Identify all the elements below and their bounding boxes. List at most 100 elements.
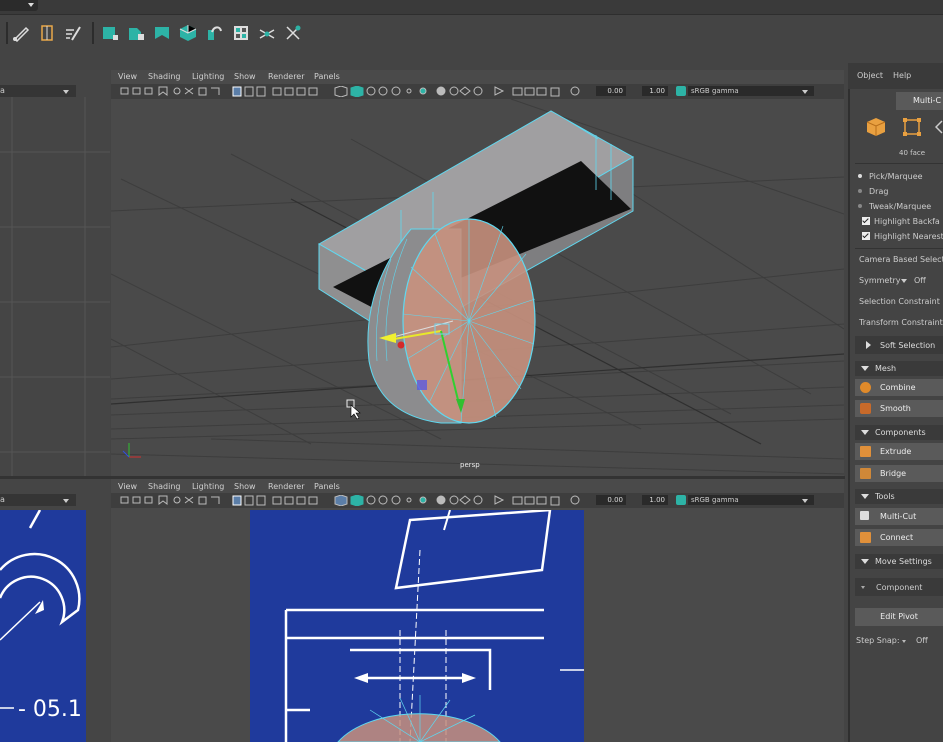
connect-button[interactable]: Connect	[855, 529, 943, 546]
extrude-button[interactable]: Extrude	[855, 443, 943, 460]
left-panel-grid	[0, 97, 110, 476]
step-snap-value[interactable]: Off	[916, 636, 928, 645]
combine-label: Combine	[880, 383, 916, 392]
components-section-header[interactable]: Components	[855, 425, 943, 440]
menu-view[interactable]: View	[118, 72, 137, 81]
exposure-field[interactable]: 0.00	[596, 495, 626, 505]
menu-panels[interactable]: Panels	[314, 72, 340, 81]
connect-icon	[860, 532, 871, 543]
viewport-toolbar-icons[interactable]	[119, 495, 589, 506]
menu-shading[interactable]: Shading	[148, 72, 181, 81]
poly-extrude-icon[interactable]	[127, 24, 145, 42]
color-management-icon[interactable]	[676, 495, 686, 505]
shelf-separator	[6, 22, 8, 44]
drawing-dimension-text: - 05.1	[18, 697, 82, 722]
exposure-field[interactable]: 0.00	[596, 86, 626, 96]
combine-button[interactable]: Combine	[855, 379, 943, 396]
chevron-down-icon[interactable]	[902, 640, 906, 643]
viewport-menu-bar: View Shading Lighting Show Renderer Pane…	[111, 72, 844, 83]
symmetry-label: Symmetry	[859, 276, 901, 285]
move-settings-section-header[interactable]: Move Settings	[855, 554, 943, 569]
component-dropdown[interactable]: Component	[855, 578, 943, 596]
vertex-mode-icon[interactable]	[902, 117, 922, 137]
colorspace-value: sRGB gamma	[691, 87, 739, 95]
tweak-marquee-option[interactable]: Tweak/Marquee	[855, 202, 931, 211]
multi-cut-icon[interactable]	[258, 24, 276, 42]
pick-marquee-option[interactable]: Pick/Marquee	[855, 172, 923, 181]
smooth-button[interactable]: Smooth	[855, 400, 943, 417]
knife-icon	[860, 511, 869, 520]
extrude-icon	[860, 446, 871, 457]
menu-shading[interactable]: Shading	[148, 482, 181, 491]
multi-cut-button[interactable]: Multi-Cut	[855, 508, 943, 525]
poly-bevel-icon[interactable]	[179, 24, 197, 42]
perspective-scene[interactable]	[111, 99, 844, 476]
colorspace-dropdown[interactable]: sRGB gamma	[688, 495, 814, 505]
menu-renderer[interactable]: Renderer	[268, 72, 305, 81]
left-panel-field-value: a	[0, 86, 5, 95]
workspace-dropdown[interactable]	[0, 0, 38, 11]
edge-mode-icon[interactable]	[935, 119, 943, 135]
menu-panels[interactable]: Panels	[314, 482, 340, 491]
extrude-label: Extrude	[880, 447, 912, 456]
menu-view[interactable]: View	[118, 482, 137, 491]
bridge-button[interactable]: Bridge	[855, 465, 943, 482]
checkbox-checked-icon	[862, 217, 870, 225]
chevron-down-icon	[861, 586, 865, 589]
smooth-label: Smooth	[880, 404, 911, 413]
multi-cut-label: Multi-Cut	[880, 512, 917, 521]
object-mode-cube-icon[interactable]	[866, 117, 886, 137]
shelf-toolbar	[0, 14, 943, 71]
edit-pivot-label: Edit Pivot	[880, 612, 918, 621]
chevron-down-icon[interactable]	[901, 279, 907, 283]
blueprint-image-plane	[250, 510, 584, 742]
menu-lighting[interactable]: Lighting	[192, 482, 224, 491]
edit-pivot-button[interactable]: Edit Pivot	[855, 608, 943, 626]
paint-curve-icon[interactable]	[64, 24, 82, 42]
menu-lighting[interactable]: Lighting	[192, 72, 224, 81]
chevron-down-icon	[63, 90, 69, 94]
poly-smooth-icon[interactable]	[206, 24, 224, 42]
viewport-toolbar-icons[interactable]	[119, 86, 589, 97]
camera-based-selection-toggle[interactable]: Camera Based Selectio	[859, 255, 943, 264]
bottom-viewport-menu-bar: View Shading Lighting Show Renderer Pane…	[111, 482, 844, 493]
symmetry-value[interactable]: Off	[914, 276, 926, 285]
divider	[855, 248, 943, 249]
color-management-icon[interactable]	[676, 86, 686, 96]
multi-component-tab[interactable]: Multi-C	[896, 92, 943, 110]
radio-icon	[858, 204, 862, 208]
gamma-field[interactable]: 1.00	[642, 495, 668, 505]
chevron-right-icon	[866, 341, 871, 349]
poly-cube-icon[interactable]	[101, 24, 119, 42]
drag-option[interactable]: Drag	[855, 187, 888, 196]
pick-marquee-label: Pick/Marquee	[869, 172, 923, 181]
highlight-backfaces-checkbox[interactable]: Highlight Backfa	[862, 217, 940, 226]
blueprint-drawing	[284, 510, 584, 742]
chevron-down-icon	[802, 90, 808, 94]
menu-show[interactable]: Show	[234, 72, 256, 81]
colorspace-dropdown[interactable]: sRGB gamma	[688, 86, 814, 96]
chevron-down-icon	[861, 430, 869, 435]
lattice-icon[interactable]	[38, 24, 56, 42]
soft-selection-header[interactable]: Soft Selection	[855, 336, 943, 354]
checkbox-checked-icon	[862, 232, 870, 240]
mesh-section-header[interactable]: Mesh	[855, 361, 943, 376]
target-weld-icon[interactable]	[284, 24, 302, 42]
toolkit-menu-help[interactable]: Help	[893, 71, 911, 80]
bottom-left-field-value: a	[0, 495, 5, 504]
tools-section-header[interactable]: Tools	[855, 489, 943, 504]
pencil-curve-icon[interactable]	[12, 24, 30, 42]
bridge-label: Bridge	[880, 469, 907, 478]
soft-selection-label: Soft Selection	[880, 341, 936, 350]
gamma-field[interactable]: 1.00	[642, 86, 668, 96]
menu-show[interactable]: Show	[234, 482, 256, 491]
camera-label: persp	[460, 461, 480, 469]
chevron-down-icon	[802, 499, 808, 503]
poly-bridge-icon[interactable]	[153, 24, 171, 42]
top-menu-bar	[0, 0, 943, 14]
menu-renderer[interactable]: Renderer	[268, 482, 305, 491]
highlight-nearest-checkbox[interactable]: Highlight Nearest	[862, 232, 943, 241]
toolkit-menu-object[interactable]: Object	[857, 71, 883, 80]
checker-grid-icon[interactable]	[232, 24, 250, 42]
highlight-nearest-label: Highlight Nearest	[874, 232, 943, 241]
